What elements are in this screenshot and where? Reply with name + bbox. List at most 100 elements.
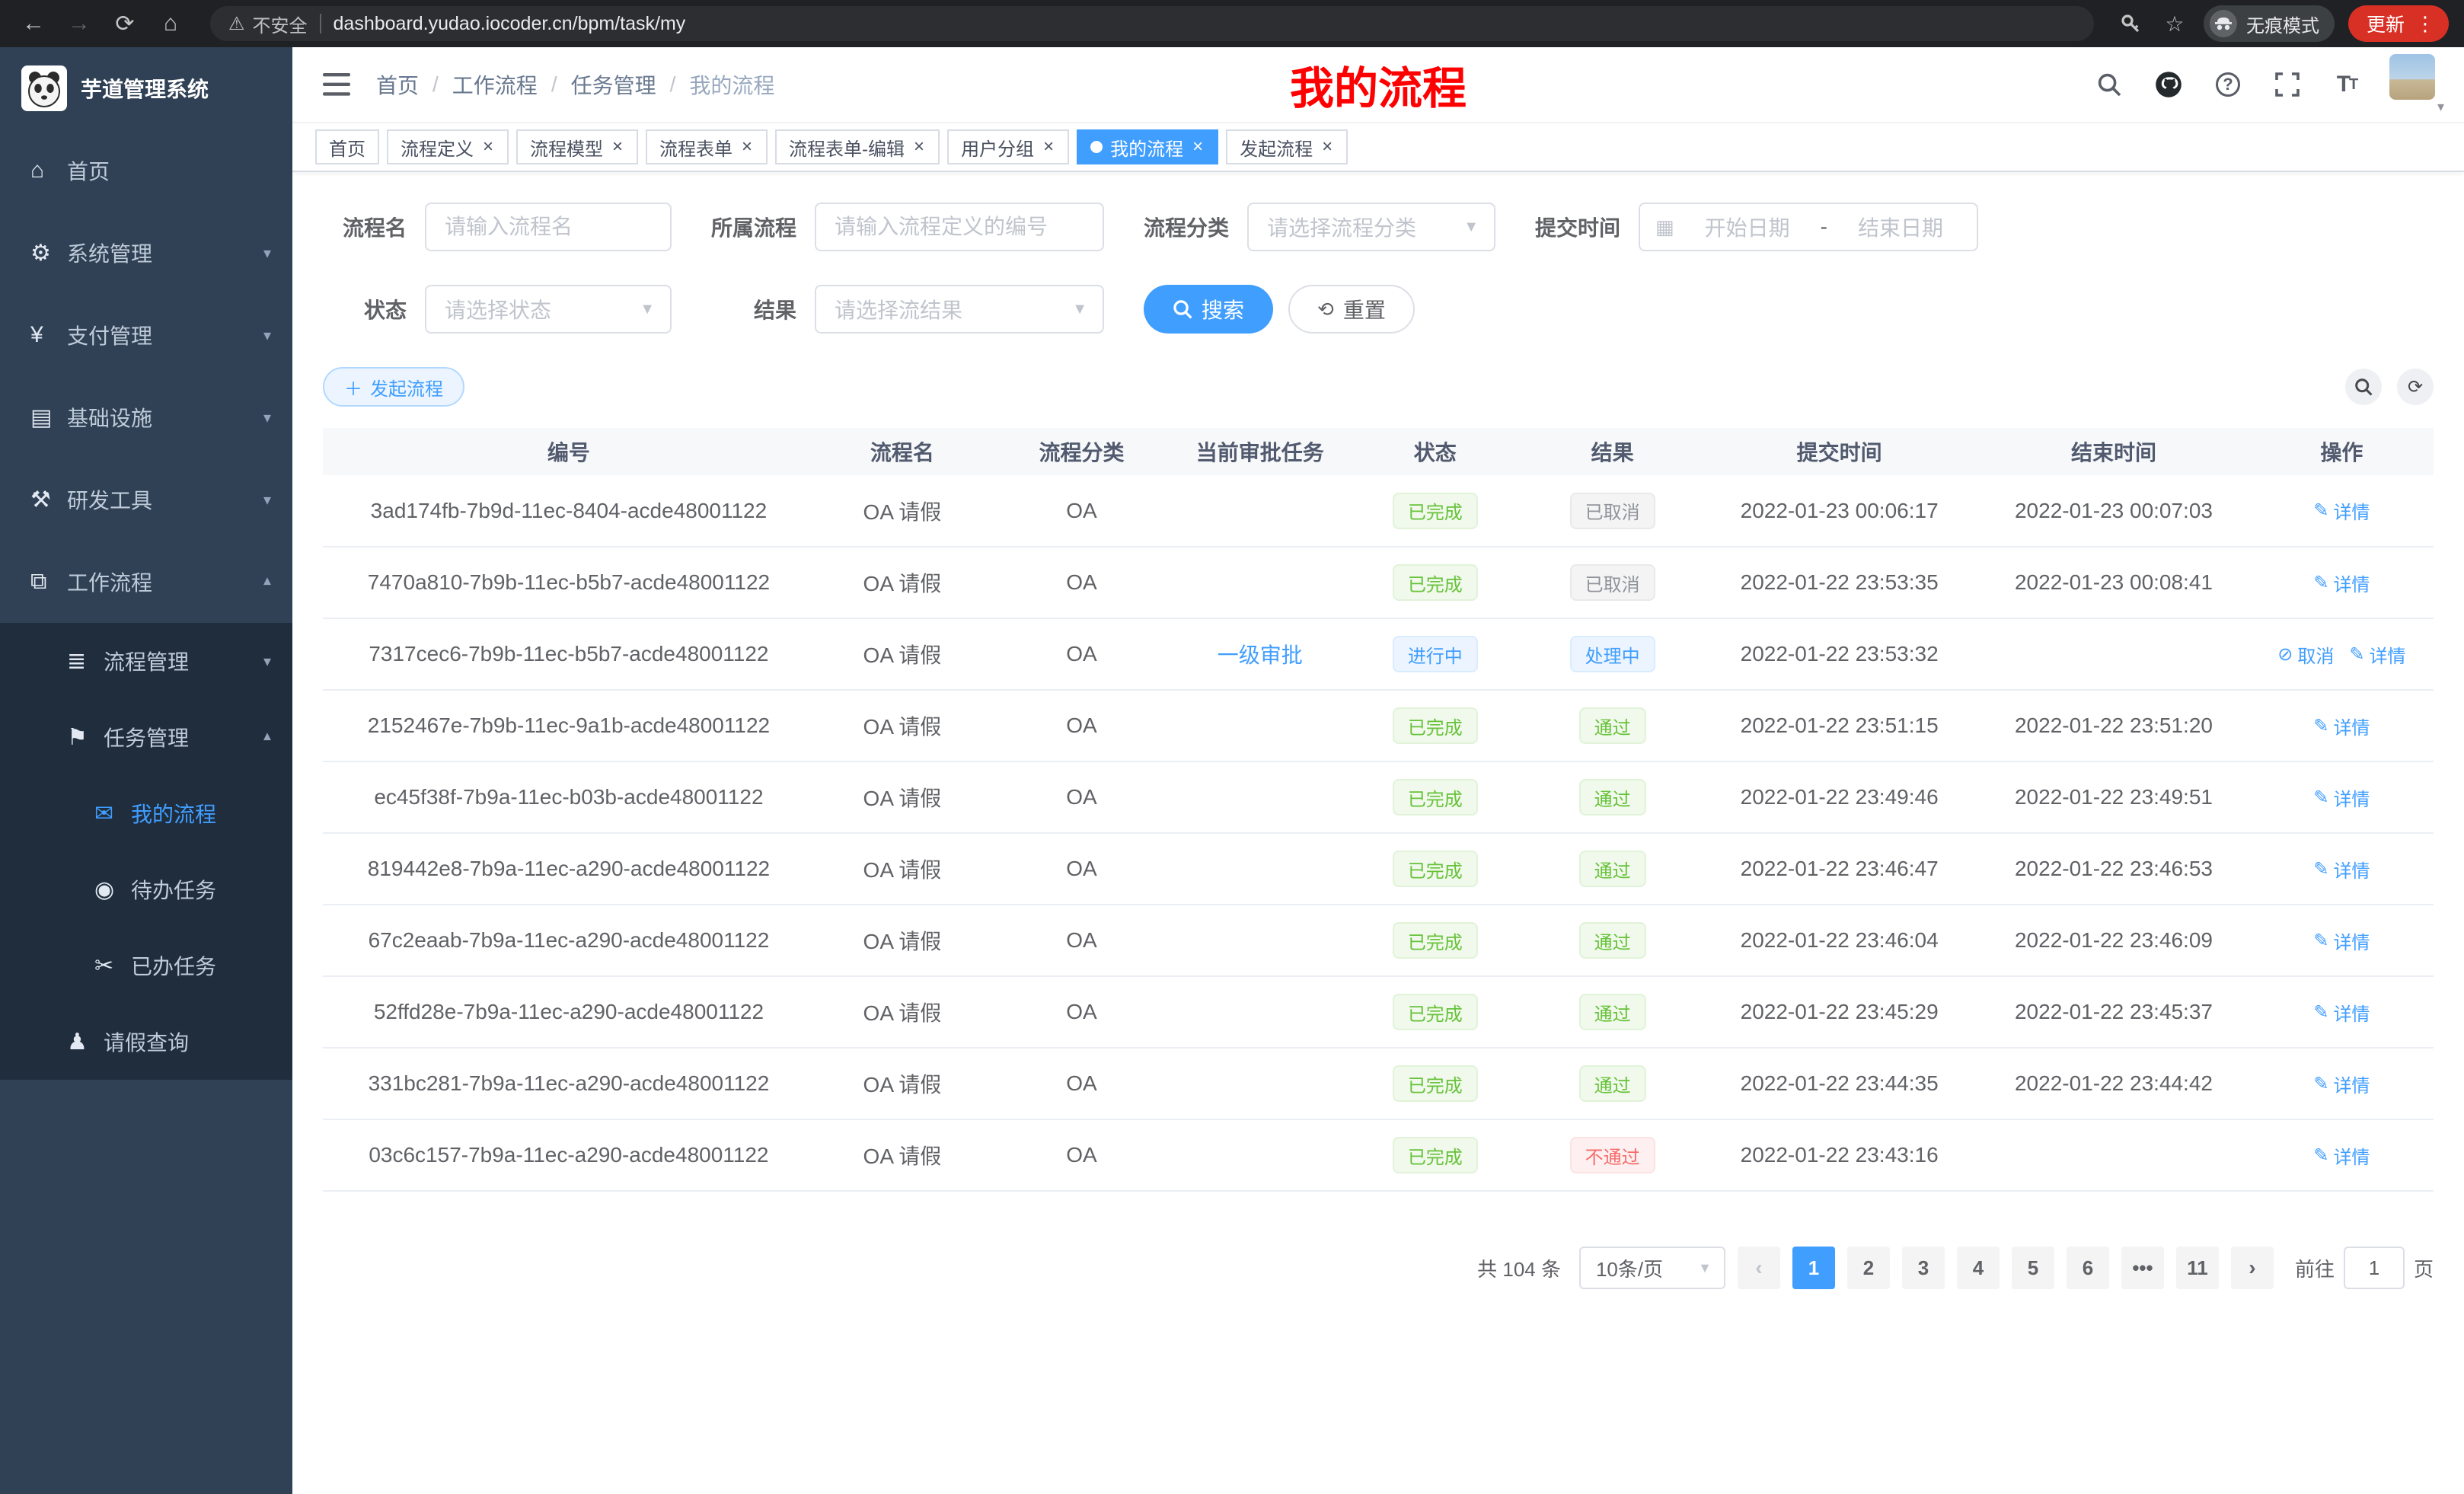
tab-发起流程[interactable]: 发起流程× <box>1226 129 1348 164</box>
cell-id: 331bc281-7b9a-11ec-a290-acde48001122 <box>323 1048 815 1119</box>
close-icon[interactable]: × <box>1320 138 1334 156</box>
tab-用户分组[interactable]: 用户分组× <box>947 129 1069 164</box>
page-button[interactable]: 4 <box>1957 1247 2000 1289</box>
close-icon[interactable]: × <box>611 138 624 156</box>
detail-action[interactable]: ✎详情 <box>2349 641 2405 668</box>
incognito-badge[interactable]: 无痕模式 <box>2204 5 2335 42</box>
status-select[interactable]: 请选择状态 ▼ <box>425 285 672 334</box>
page-button[interactable]: 5 <box>2012 1247 2054 1289</box>
sidebar-item-workflow[interactable]: ⧉工作流程▾ <box>0 541 292 623</box>
action-label: 详情 <box>2333 1142 2370 1169</box>
sidebar-item-leave-query[interactable]: ♟请假查询 <box>0 1004 292 1080</box>
cell-submit-time: 2022-01-22 23:45:29 <box>1701 976 1977 1048</box>
detail-action[interactable]: ✎详情 <box>2313 856 2370 883</box>
cell-result: 已取消 <box>1524 547 1701 618</box>
sidebar-item-my-process[interactable]: ✉我的流程 <box>0 775 292 851</box>
search-icon[interactable] <box>2092 68 2126 101</box>
column-header: 操作 <box>2250 428 2434 475</box>
page-button[interactable]: 1 <box>1792 1247 1835 1289</box>
sidebar-item-home[interactable]: ⌂首页 <box>0 129 292 212</box>
font-size-icon[interactable]: TT <box>2330 68 2363 101</box>
fullscreen-icon[interactable] <box>2271 68 2304 101</box>
tab-首页[interactable]: 首页 <box>315 129 379 164</box>
forward-icon[interactable]: → <box>61 5 97 42</box>
key-icon[interactable] <box>2115 8 2146 39</box>
breadcrumb-item[interactable]: 首页 <box>376 69 419 100</box>
result-select[interactable]: 请选择流结果 ▼ <box>815 285 1104 334</box>
tab-流程表单[interactable]: 流程表单× <box>646 129 768 164</box>
next-page-button[interactable]: › <box>2231 1247 2274 1289</box>
category-label: 流程分类 <box>1144 212 1229 242</box>
cell-status: 已完成 <box>1346 690 1524 761</box>
goto-page-input[interactable] <box>2344 1247 2405 1289</box>
sidebar-item-infrastructure[interactable]: ▤基础设施▾ <box>0 376 292 458</box>
page-button[interactable]: 2 <box>1847 1247 1890 1289</box>
security-indicator[interactable]: ⚠ 不安全 <box>228 11 308 37</box>
sidebar-item-task-mgmt[interactable]: ⚑任务管理▾ <box>0 699 292 775</box>
sidebar-item-done-tasks[interactable]: ✂已办任务 <box>0 927 292 1004</box>
tab-流程表单-编辑[interactable]: 流程表单-编辑× <box>775 129 940 164</box>
detail-action[interactable]: ✎详情 <box>2313 497 2370 524</box>
address-bar[interactable]: ⚠ 不安全 dashboard.yudao.iocoder.cn/bpm/tas… <box>210 6 2094 41</box>
tab-流程定义[interactable]: 流程定义× <box>387 129 509 164</box>
app-logo[interactable]: 芋道管理系统 <box>0 47 292 129</box>
process-name-input[interactable] <box>425 203 672 251</box>
avatar[interactable] <box>2389 54 2435 100</box>
url-text[interactable]: dashboard.yudao.iocoder.cn/bpm/task/my <box>334 13 686 35</box>
github-icon[interactable] <box>2152 68 2185 101</box>
close-icon[interactable]: × <box>912 138 926 156</box>
update-label: 更新 <box>2367 10 2405 37</box>
user-menu[interactable]: ▾ <box>2389 54 2441 115</box>
hamburger-icon[interactable] <box>315 63 358 106</box>
category-select[interactable]: 请选择流程分类 ▼ <box>1247 203 1495 251</box>
breadcrumb-item[interactable]: 工作流程 <box>452 69 538 100</box>
tab-流程模型[interactable]: 流程模型× <box>516 129 638 164</box>
refresh-table-icon[interactable]: ⟳ <box>2397 369 2434 405</box>
cell-current-task <box>1173 833 1346 905</box>
sidebar-item-system-mgmt[interactable]: ⚙系统管理▾ <box>0 212 292 294</box>
page-button[interactable]: 3 <box>1902 1247 1945 1289</box>
sidebar-item-dev-tools[interactable]: ⚒研发工具▾ <box>0 458 292 541</box>
sidebar-item-process-mgmt[interactable]: ≣流程管理▾ <box>0 623 292 699</box>
sidebar-item-todo-tasks[interactable]: ◉待办任务 <box>0 851 292 927</box>
detail-action[interactable]: ✎详情 <box>2313 1071 2370 1097</box>
chevron-down-icon: ▾ <box>263 652 271 671</box>
cell-status: 已完成 <box>1346 475 1524 547</box>
sidebar-item-payment-mgmt[interactable]: ¥支付管理▾ <box>0 294 292 376</box>
detail-action[interactable]: ✎详情 <box>2313 713 2370 739</box>
reset-button[interactable]: ⟲ 重置 <box>1288 285 1415 334</box>
page-button[interactable]: 11 <box>2176 1247 2219 1289</box>
bookmark-star-icon[interactable]: ☆ <box>2159 8 2190 39</box>
detail-action[interactable]: ✎详情 <box>2313 784 2370 811</box>
close-icon[interactable]: × <box>1191 138 1205 156</box>
close-icon[interactable]: × <box>481 138 495 156</box>
home-icon[interactable]: ⌂ <box>152 5 189 42</box>
page-button[interactable]: 6 <box>2067 1247 2109 1289</box>
tab-我的流程[interactable]: 我的流程× <box>1077 129 1218 164</box>
help-icon[interactable]: ? <box>2211 68 2245 101</box>
detail-action[interactable]: ✎详情 <box>2313 927 2370 954</box>
breadcrumb-item[interactable]: 任务管理 <box>571 69 656 100</box>
date-range-picker[interactable]: ▦ 开始日期 - 结束日期 <box>1639 203 1978 251</box>
toggle-search-icon[interactable] <box>2345 369 2382 405</box>
close-icon[interactable]: × <box>1042 138 1055 156</box>
prev-page-button[interactable]: ‹ <box>1738 1247 1780 1289</box>
search-button[interactable]: 搜索 <box>1144 285 1273 334</box>
browser-menu-icon[interactable]: ⋮ <box>2415 12 2435 36</box>
page-buttons: 123456•••11 <box>1792 1247 2219 1289</box>
update-button[interactable]: 更新 ⋮ <box>2348 5 2449 42</box>
result-placeholder: 请选择流结果 <box>835 294 962 324</box>
chevron-down-icon: ▾ <box>263 244 271 263</box>
detail-action[interactable]: ✎详情 <box>2313 999 2370 1026</box>
page-size-select[interactable]: 10条/页 ▼ <box>1579 1247 1725 1289</box>
detail-action[interactable]: ✎详情 <box>2313 1142 2370 1169</box>
current-task-link[interactable]: 一级审批 <box>1218 643 1303 667</box>
detail-action[interactable]: ✎详情 <box>2313 570 2370 596</box>
create-process-button[interactable]: ＋ 发起流程 <box>323 367 464 407</box>
reload-icon[interactable]: ⟳ <box>107 5 143 42</box>
plus-icon: ＋ <box>344 374 362 401</box>
process-def-input[interactable] <box>815 203 1104 251</box>
close-icon[interactable]: × <box>740 138 754 156</box>
back-icon[interactable]: ← <box>15 5 52 42</box>
cancel-action[interactable]: ⊘取消 <box>2277 641 2334 668</box>
